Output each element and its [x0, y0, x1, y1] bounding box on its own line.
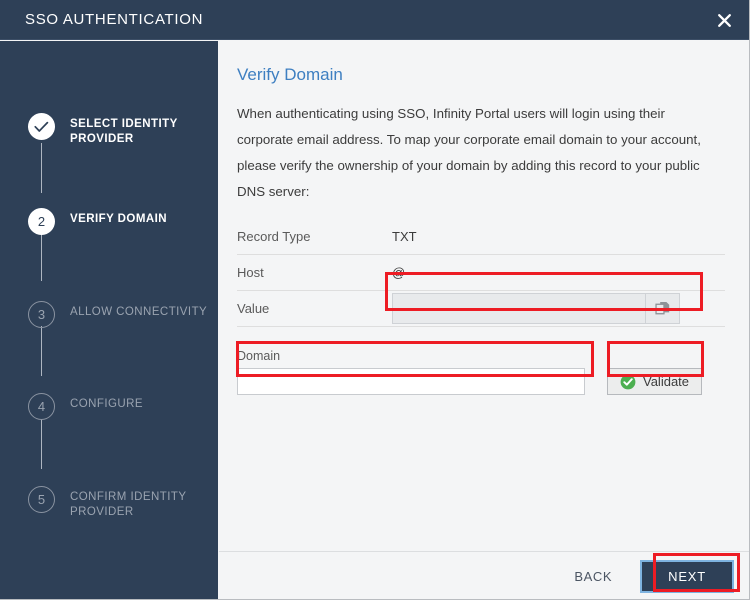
step-number-badge: 2: [28, 208, 55, 235]
value-label: Value: [237, 301, 270, 316]
sidebar-item-configure[interactable]: 4 CONFIGURE: [0, 393, 218, 420]
domain-input[interactable]: [237, 368, 585, 395]
back-button[interactable]: BACK: [562, 563, 624, 590]
table-row: Value: [237, 291, 725, 327]
step-number-badge: 3: [28, 301, 55, 328]
dialog-titlebar: SSO AUTHENTICATION: [0, 0, 749, 40]
domain-field-block: Domain Validate: [237, 349, 725, 395]
sidebar-item-label: ALLOW CONNECTIVITY: [70, 306, 208, 318]
step-number-badge: 4: [28, 393, 55, 420]
sidebar-item-verify-domain[interactable]: 2 VERIFY DOMAIN: [0, 208, 218, 235]
wizard-steps: SELECT IDENTITY PROVIDER 2 VERIFY DOMAIN…: [0, 41, 218, 520]
sidebar-item-label: SELECT IDENTITY PROVIDER: [70, 118, 178, 145]
step-connector: [41, 143, 42, 193]
step-connector: [41, 231, 42, 281]
step-connector: [41, 419, 42, 469]
step-number-badge: [28, 113, 55, 140]
sidebar-item-confirm-identity-provider[interactable]: 5 CONFIRM IDENTITY PROVIDER: [0, 486, 218, 520]
page-title: Verify Domain: [237, 65, 343, 84]
sidebar-item-label: CONFIRM IDENTITY PROVIDER: [70, 491, 187, 518]
record-type-value: TXT: [392, 229, 417, 244]
host-value: @: [392, 265, 406, 280]
sidebar-item-select-identity-provider[interactable]: SELECT IDENTITY PROVIDER: [0, 113, 218, 147]
table-row: Record Type TXT: [237, 219, 725, 255]
table-row: Host @: [237, 255, 725, 291]
record-value-field-group: [392, 293, 680, 324]
dialog-footer: BACK NEXT: [219, 551, 749, 599]
step-number-badge: 5: [28, 486, 55, 513]
dialog-title: SSO AUTHENTICATION: [25, 11, 204, 28]
copy-icon[interactable]: [645, 294, 679, 323]
step-connector: [41, 326, 42, 376]
next-button[interactable]: NEXT: [640, 559, 734, 593]
check-circle-icon: [620, 374, 636, 390]
domain-field-label: Domain: [237, 349, 281, 363]
wizard-sidebar: SELECT IDENTITY PROVIDER 2 VERIFY DOMAIN…: [0, 41, 218, 599]
validate-button[interactable]: Validate: [607, 368, 703, 395]
main-content: Verify Domain When authenticating using …: [219, 41, 749, 551]
record-type-label: Record Type: [237, 229, 311, 244]
sidebar-item-label: VERIFY DOMAIN: [70, 213, 168, 225]
record-value-input[interactable]: [393, 294, 645, 323]
page-description: When authenticating using SSO, Infinity …: [237, 106, 701, 199]
validate-button-label: Validate: [643, 374, 690, 389]
close-icon[interactable]: [698, 0, 749, 40]
dns-record-table: Record Type TXT Host @ Value: [237, 219, 725, 327]
sidebar-item-allow-connectivity[interactable]: 3 ALLOW CONNECTIVITY: [0, 301, 218, 328]
host-label: Host: [237, 265, 264, 280]
sso-authentication-dialog: SSO AUTHENTICATION SELECT IDENTITY PROVI…: [0, 0, 750, 600]
domain-field-row: Validate: [237, 368, 725, 395]
sidebar-item-label: CONFIGURE: [70, 398, 144, 410]
